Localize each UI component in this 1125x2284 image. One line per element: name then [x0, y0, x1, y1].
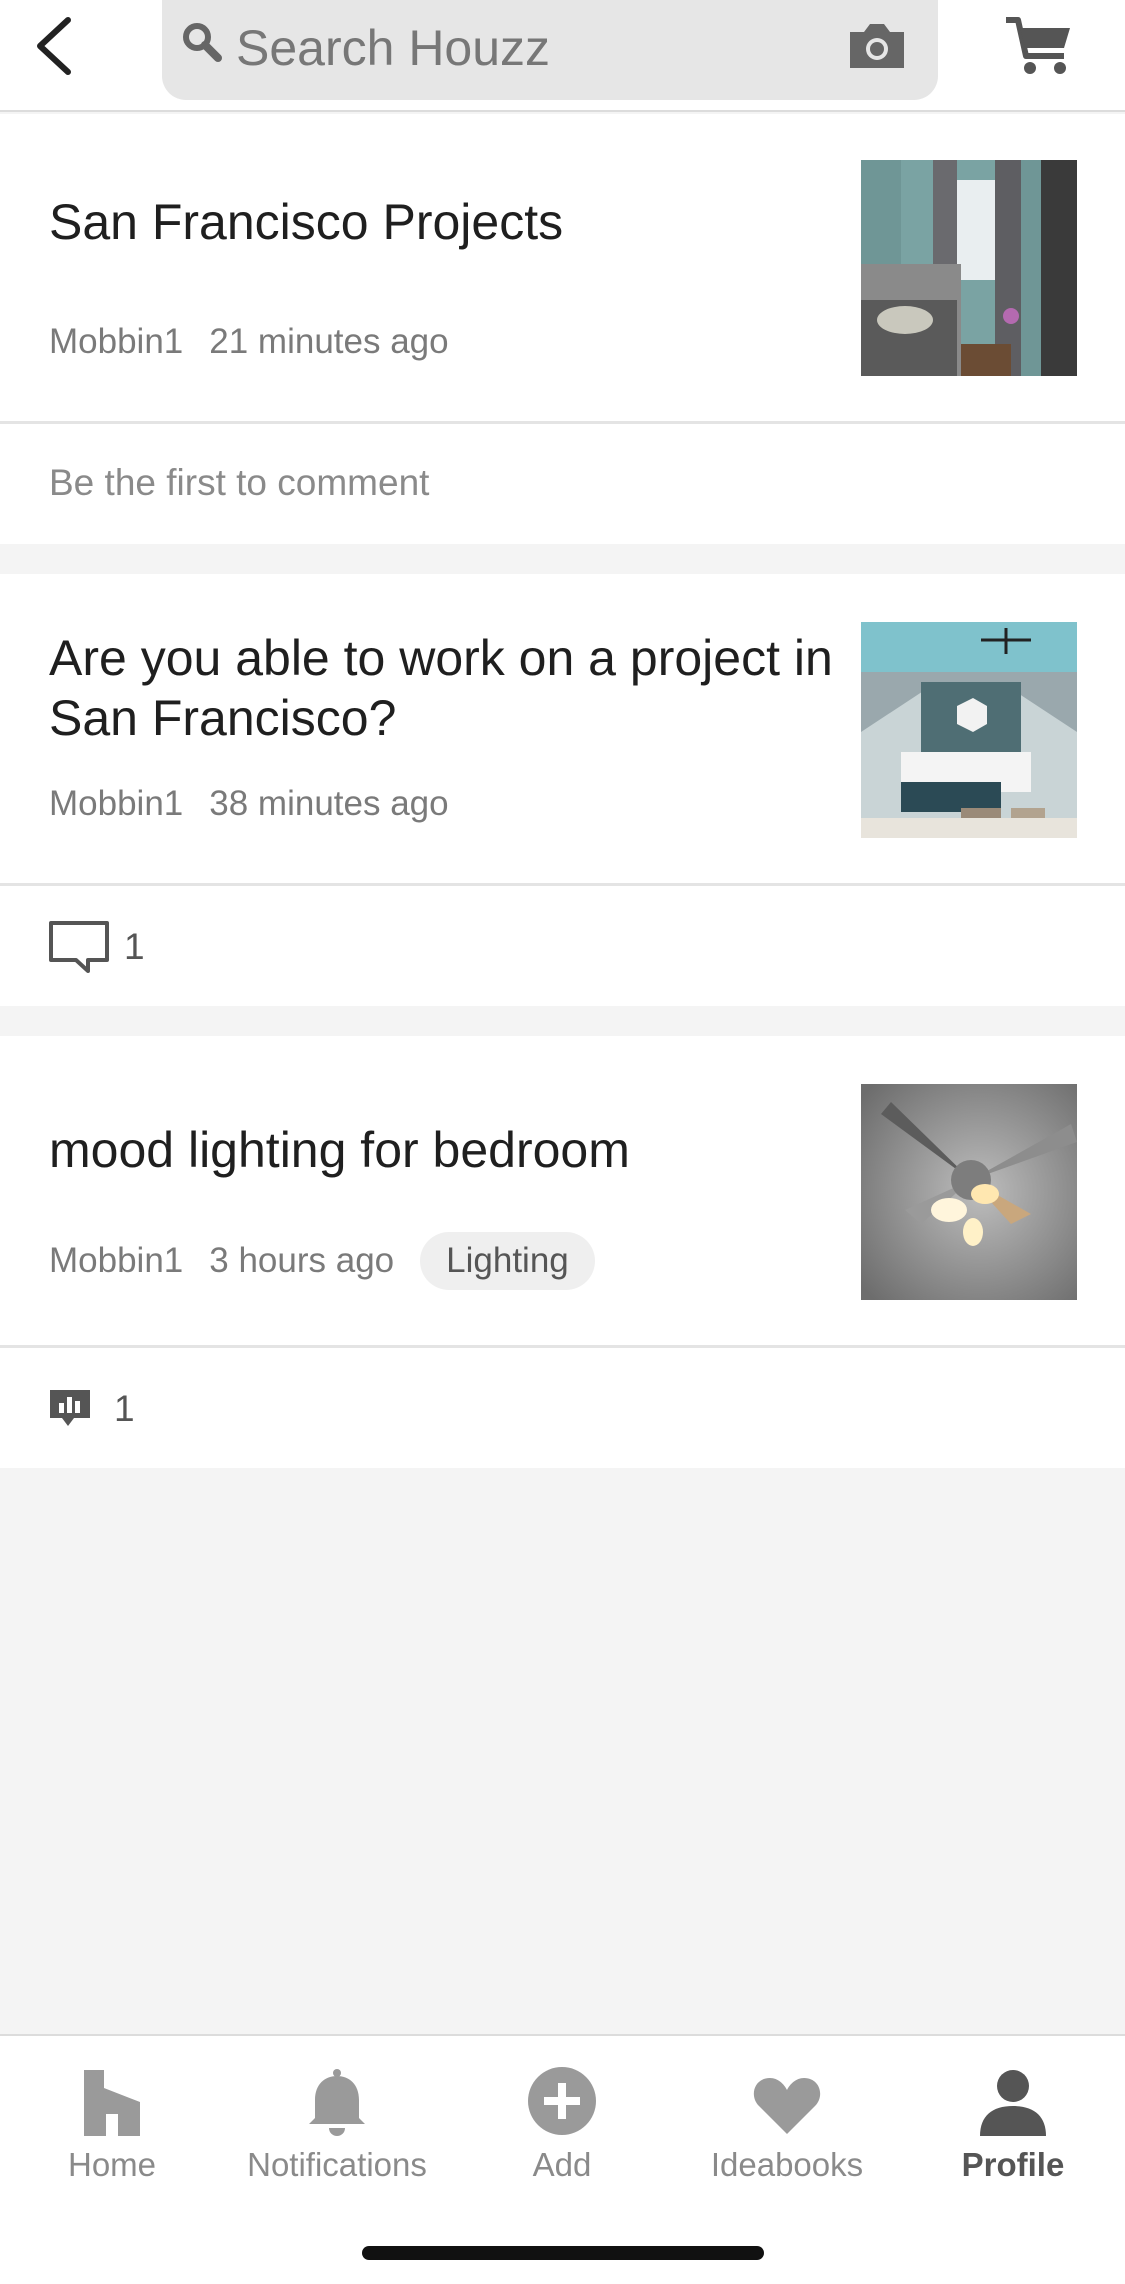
search-icon — [183, 23, 222, 62]
post-thumbnail[interactable] — [861, 1084, 1077, 1300]
home-icon — [84, 2070, 140, 2136]
post-time: 38 minutes ago — [209, 784, 449, 823]
post-card[interactable]: mood lighting for bedroom Mobbin1 3 hour… — [0, 1036, 1125, 1468]
feed: San Francisco Projects Mobbin1 21 minute… — [0, 114, 1125, 1468]
tab-profile-label: Profile — [961, 2146, 1065, 2183]
back-button[interactable] — [18, 10, 90, 82]
plus-circle-icon — [528, 2067, 596, 2135]
chevron-left-icon — [37, 17, 71, 75]
tab-notifications-label: Notifications — [247, 2146, 427, 2183]
camera-icon[interactable] — [846, 20, 908, 72]
comment-count: 1 — [124, 926, 145, 967]
tab-ideabooks[interactable]: Ideabooks — [677, 2056, 897, 2184]
search-input[interactable]: Search Houzz — [236, 20, 550, 76]
post-thumbnail[interactable] — [861, 622, 1077, 838]
tab-profile[interactable]: Profile — [903, 2056, 1123, 2184]
heart-icon — [753, 2078, 821, 2134]
divider — [0, 544, 1125, 574]
tab-home-label: Home — [67, 2146, 157, 2183]
post-title[interactable]: mood lighting for bedroom — [49, 1120, 839, 1180]
post-author[interactable]: Mobbin1 — [49, 1241, 183, 1281]
cart-icon[interactable] — [1004, 14, 1074, 78]
comment-icon[interactable] — [48, 920, 110, 974]
bell-icon — [309, 2069, 365, 2136]
post-title[interactable]: Are you able to work on a project in San… — [49, 628, 839, 748]
first-comment-prompt[interactable]: Be the first to comment — [49, 462, 429, 504]
home-indicator[interactable] — [362, 2246, 764, 2260]
poll-icon[interactable] — [48, 1388, 92, 1428]
post-time: 21 minutes ago — [209, 322, 449, 361]
tab-notifications[interactable]: Notifications — [227, 2056, 447, 2184]
top-bar: Search Houzz — [0, 0, 1125, 112]
post-title[interactable]: San Francisco Projects — [49, 192, 839, 252]
post-time: 3 hours ago — [209, 1241, 395, 1280]
search-bar[interactable]: Search Houzz — [162, 0, 938, 100]
post-meta: Mobbin1 3 hours ago Lighting — [49, 1232, 595, 1290]
tab-add[interactable]: Add — [452, 2056, 672, 2184]
post-thumbnail[interactable] — [861, 160, 1077, 376]
person-icon — [980, 2070, 1046, 2136]
divider — [0, 1006, 1125, 1036]
tab-add-label: Add — [532, 2146, 592, 2183]
tab-home[interactable]: Home — [2, 2056, 222, 2184]
post-card[interactable]: Are you able to work on a project in San… — [0, 574, 1125, 1006]
post-author[interactable]: Mobbin1 — [49, 322, 183, 362]
post-meta: Mobbin1 38 minutes ago — [49, 784, 449, 824]
topic-tag[interactable]: Lighting — [420, 1232, 595, 1290]
post-author[interactable]: Mobbin1 — [49, 784, 183, 824]
vote-count: 1 — [114, 1388, 135, 1429]
post-meta: Mobbin1 21 minutes ago — [49, 322, 449, 362]
tab-ideabooks-label: Ideabooks — [710, 2146, 864, 2183]
post-card[interactable]: San Francisco Projects Mobbin1 21 minute… — [0, 114, 1125, 544]
